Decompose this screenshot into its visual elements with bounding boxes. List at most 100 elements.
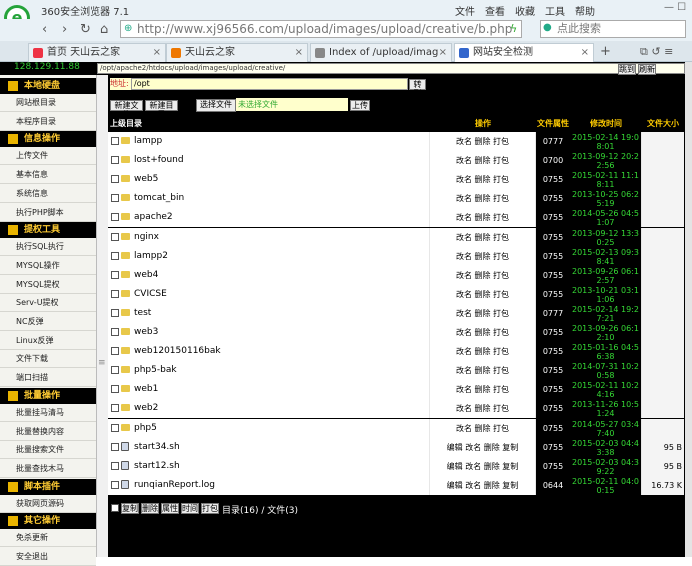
row-actions[interactable]: 改名 删除 打包 [430,170,536,190]
sidebar-item[interactable]: 基本信息 [0,166,96,185]
footer-action-button[interactable]: 时间 [181,503,199,514]
file-name-link[interactable]: php5-bak [108,361,430,381]
sidebar-item[interactable]: 获取网页源码 [0,494,96,513]
sidebar-item[interactable]: 批量查找木马 [0,459,96,478]
parent-dir-link[interactable]: 上级目录 [108,116,430,132]
row-modified-time[interactable]: 2013-09-12 13:30:25 [570,227,642,247]
row-modified-time[interactable]: 2015-02-11 11:18:11 [570,170,642,190]
row-modified-time[interactable]: 2014-05-26 04:51:07 [570,208,642,228]
row-checkbox[interactable] [111,194,119,203]
row-actions[interactable]: 改名 删除 打包 [430,284,536,304]
row-permission[interactable]: 0755 [536,342,570,362]
new-file-button[interactable]: 新建文件 [110,100,143,119]
sidebar-item[interactable]: 本程序目录 [0,112,96,131]
file-name-link[interactable]: runqianReport.log [108,475,430,495]
row-actions[interactable]: 改名 删除 打包 [430,380,536,400]
row-permission[interactable]: 0755 [536,284,570,304]
file-name-link[interactable]: apache2 [108,208,430,228]
row-actions[interactable]: 编辑 改名 删除 复制 [430,437,536,457]
upload-button[interactable]: 上传 [350,100,370,111]
row-actions[interactable]: 改名 删除 打包 [430,208,536,228]
file-name-link[interactable]: start34.sh [108,437,430,457]
close-icon[interactable]: × [581,44,589,61]
row-actions[interactable]: 改名 删除 打包 [430,342,536,362]
file-name-link[interactable]: CVICSE [108,284,430,304]
forward-icon[interactable]: › [62,22,67,37]
row-checkbox[interactable] [111,442,119,451]
row-checkbox[interactable] [111,137,119,145]
sidebar-item[interactable]: 文件下载 [0,350,96,369]
resize-grip-icon[interactable]: ≡ [98,358,106,368]
row-modified-time[interactable]: 2013-09-12 20:22:56 [570,151,642,171]
row-modified-time[interactable]: 2015-02-13 09:38:41 [570,246,642,266]
row-checkbox[interactable] [111,461,119,470]
menu-tools[interactable]: 工具 [545,3,565,18]
row-actions[interactable]: 改名 删除 打包 [430,189,536,209]
select-all-checkbox[interactable] [111,504,119,512]
file-name-link[interactable]: lampp [108,132,430,151]
speed-icon[interactable]: ϟ [510,22,517,35]
tab-security-check[interactable]: 网站安全检测 × [454,43,594,62]
menu-view[interactable]: 查看 [485,3,505,18]
row-checkbox[interactable] [111,385,119,394]
row-checkbox[interactable] [111,156,119,165]
row-checkbox[interactable] [111,366,119,375]
row-actions[interactable]: 改名 删除 打包 [430,361,536,381]
row-modified-time[interactable]: 2015-01-16 04:56:38 [570,342,642,362]
file-name-link[interactable]: web4 [108,265,430,285]
file-name-link[interactable]: php5 [108,418,430,438]
row-permission[interactable]: 0755 [536,437,570,457]
search-input[interactable]: 点此搜索 [540,20,686,38]
sidebar-item[interactable]: 执行SQL执行 [0,238,96,257]
sidebar-item[interactable]: 批量替换内容 [0,422,96,441]
footer-action-button[interactable]: 打包 [201,503,219,514]
footer-action-button[interactable]: 属性 [161,503,179,514]
row-modified-time[interactable]: 2013-10-25 06:25:19 [570,189,642,209]
row-modified-time[interactable]: 2015-02-14 19:27:21 [570,303,642,323]
row-permission[interactable]: 0755 [536,418,570,438]
tab-home[interactable]: 首页 天山云之家 × [28,43,166,62]
file-name-link[interactable]: web1 [108,380,430,400]
row-modified-time[interactable]: 2013-09-26 06:12:10 [570,323,642,342]
row-permission[interactable]: 0755 [536,456,570,476]
row-permission[interactable]: 0644 [536,475,570,495]
file-name-link[interactable]: nginx [108,227,430,247]
file-name-link[interactable]: web5 [108,170,430,190]
row-permission[interactable]: 0700 [536,151,570,171]
file-name-link[interactable]: web3 [108,323,430,342]
row-checkbox[interactable] [111,289,119,298]
tab-tools-icon[interactable]: ⧉ ↺ ≡ [640,45,673,59]
row-checkbox[interactable] [111,232,119,241]
footer-action-button[interactable]: 删除 [141,503,159,514]
row-actions[interactable]: 改名 删除 打包 [430,132,536,151]
file-name-link[interactable]: tomcat_bin [108,189,430,209]
window-controls-icon[interactable]: — ☐ [664,2,688,16]
row-actions[interactable]: 改名 删除 打包 [430,151,536,171]
sidebar-item[interactable]: 上传文件 [0,147,96,166]
row-permission[interactable]: 0755 [536,246,570,266]
row-permission[interactable]: 0755 [536,189,570,209]
row-checkbox[interactable] [111,480,119,489]
row-modified-time[interactable]: 2014-07-31 10:20:58 [570,361,642,381]
sidebar-item[interactable]: MYSQL提权 [0,275,96,294]
row-modified-time[interactable]: 2015-02-14 19:08:01 [570,132,642,151]
row-checkbox[interactable] [111,328,119,336]
home-icon[interactable]: ⌂ [100,22,108,37]
row-permission[interactable]: 0777 [536,132,570,151]
row-modified-time[interactable]: 2013-10-21 03:11:06 [570,284,642,304]
tab-tianshan[interactable]: 天山云之家 × [166,43,308,62]
refresh-button[interactable]: 刷新 [638,64,656,75]
menu-file[interactable]: 文件 [455,3,475,18]
sidebar-item[interactable]: 批量搜索文件 [0,441,96,460]
sidebar-item[interactable]: Linux反弹 [0,331,96,350]
file-name-link[interactable]: web2 [108,399,430,419]
row-actions[interactable]: 改名 删除 打包 [430,246,536,266]
row-permission[interactable]: 0755 [536,399,570,419]
row-checkbox[interactable] [111,308,119,317]
row-modified-time[interactable]: 2014-05-27 03:47:40 [570,418,642,438]
row-actions[interactable]: 编辑 改名 删除 复制 [430,475,536,495]
sidebar-item[interactable]: 网站根目录 [0,94,96,112]
new-tab-icon[interactable]: + [600,44,611,59]
row-permission[interactable]: 0755 [536,170,570,190]
sidebar-item[interactable]: Serv-U提权 [0,294,96,313]
